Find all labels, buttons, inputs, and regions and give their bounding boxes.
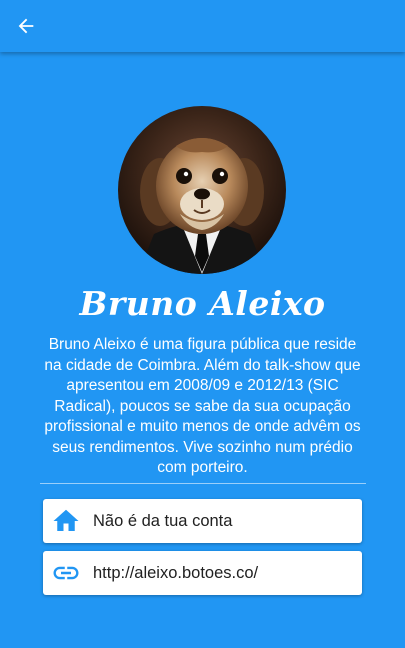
profile-name: Bruno Aleixo [0, 284, 405, 323]
divider [40, 483, 366, 484]
profile-bio: Bruno Aleixo é uma figura pública que re… [40, 335, 365, 479]
link-icon [51, 558, 81, 588]
home-icon [51, 506, 81, 536]
dog-in-suit-avatar [118, 106, 286, 274]
account-card: Não é da tua conta [43, 499, 362, 543]
app-bar [0, 0, 405, 52]
arrow-back-icon [15, 15, 37, 37]
website-link-card[interactable]: http://aleixo.botoes.co/ [43, 551, 362, 595]
profile-avatar [118, 106, 286, 274]
back-button[interactable] [10, 10, 42, 42]
account-card-label: Não é da tua conta [93, 512, 232, 531]
website-link-label[interactable]: http://aleixo.botoes.co/ [93, 564, 258, 583]
